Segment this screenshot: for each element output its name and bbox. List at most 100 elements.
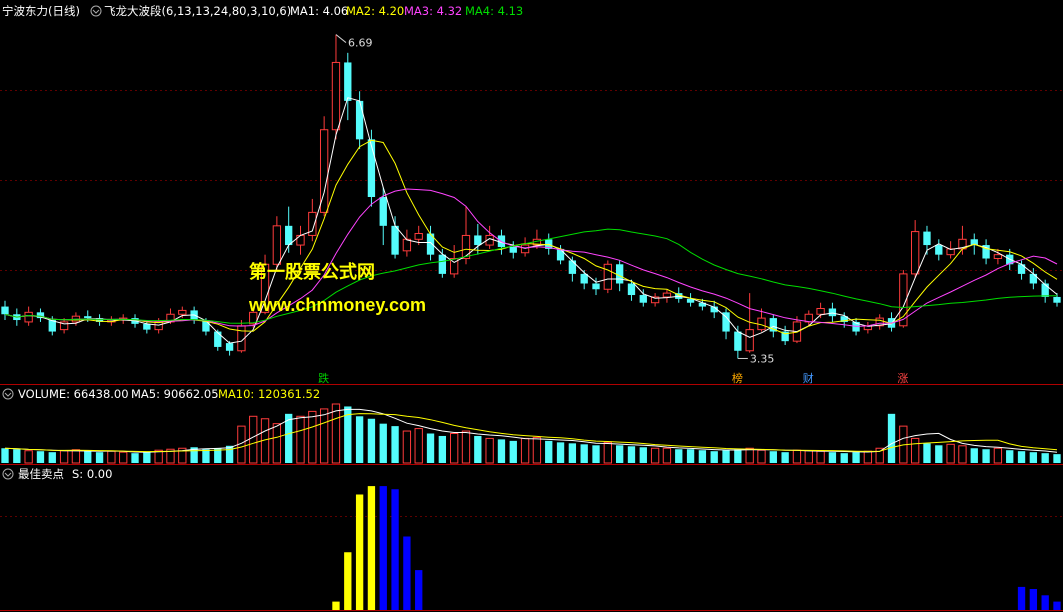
- volume-bar-up: [308, 410, 317, 464]
- signal-bar: [403, 536, 411, 610]
- candle-body-down: [1, 306, 9, 315]
- volume-bar-down: [84, 451, 92, 463]
- volume-series: [1, 403, 1061, 464]
- candle-body-down: [592, 283, 600, 290]
- volume-bar-down: [887, 413, 896, 463]
- volume-bar-down: [497, 439, 506, 463]
- volume-bar-down: [840, 453, 848, 463]
- main-pane-header: 宁波东力(日线) 飞龙大波段(6,13,13,24,80,3,10,6) MA1…: [2, 4, 523, 18]
- volume-bar-down: [1053, 454, 1061, 463]
- candle-body-up: [520, 244, 530, 254]
- candle-body-down: [556, 248, 565, 261]
- volume-bar-up: [107, 450, 116, 464]
- signal-bar: [1029, 589, 1038, 610]
- volume-bar-down: [734, 449, 742, 463]
- candle-body-down: [568, 260, 577, 274]
- volume-bar-up: [59, 450, 69, 464]
- volume-bar-down: [48, 452, 56, 463]
- ma4-label: MA4: 4.13: [465, 4, 523, 18]
- event-marker: 涨: [897, 372, 908, 385]
- volume-label: VOLUME: 66438.00: [18, 387, 129, 401]
- volume-bar-down: [722, 450, 730, 463]
- candle-body-up: [331, 61, 341, 131]
- signal-toggle-icon[interactable]: [2, 468, 14, 480]
- signal-value: S: 0.00: [72, 467, 112, 481]
- volume-toggle-icon[interactable]: [2, 388, 14, 400]
- low-label: 3.35: [750, 352, 775, 365]
- volume-bar-down: [982, 449, 990, 463]
- candle-body-down: [391, 225, 399, 255]
- candle-body-up: [178, 309, 187, 315]
- volume-bar-up: [662, 447, 672, 464]
- volume-bar-down: [1029, 452, 1038, 463]
- signal-pane-header: 最佳卖点 S: 0.00: [2, 467, 112, 481]
- candle-body-down: [509, 246, 517, 253]
- candle-body-up: [816, 307, 825, 315]
- volume-bar-down: [1006, 450, 1014, 463]
- collapse-toggle-icon[interactable]: [90, 5, 102, 17]
- candle-body-up: [662, 292, 672, 298]
- volume-bar-up: [414, 428, 423, 464]
- candle-body-down: [143, 323, 151, 330]
- low-annotation: 3.35: [737, 352, 775, 365]
- signal-bar: [1053, 601, 1061, 610]
- volume-bar-up: [272, 423, 282, 464]
- volume-bar-down: [615, 445, 624, 463]
- volume-bar-up: [319, 408, 329, 464]
- ma1-label: MA1: 4.06: [290, 4, 348, 18]
- volume-bar-down: [131, 453, 139, 463]
- candle-body-up: [414, 233, 423, 240]
- event-marker: 财: [803, 371, 814, 385]
- signal-bar: [415, 570, 423, 610]
- signal-bar: [344, 552, 352, 610]
- volume-bar-down: [556, 442, 565, 463]
- volume-ma10-label: MA10: 120361.52: [218, 387, 320, 401]
- volume-bar-down: [781, 452, 789, 463]
- stock-name: 宁波东力(日线): [2, 4, 80, 18]
- candlestick-series: [1, 34, 1061, 359]
- candle-body-up: [402, 238, 412, 252]
- signal-bar: [1041, 595, 1049, 610]
- volume-bar-down: [379, 423, 387, 463]
- volume-bar-down: [367, 418, 376, 463]
- volume-bar-up: [249, 415, 258, 464]
- watermark-url: www.chnmoney.com: [248, 295, 426, 315]
- volume-bar-down: [627, 446, 636, 463]
- candle-body-down: [1053, 296, 1061, 303]
- volume-bar-up: [24, 450, 33, 464]
- volume-bar-down: [36, 451, 45, 463]
- volume-bar-up: [71, 449, 81, 464]
- volume-bar-down: [1, 448, 9, 463]
- volume-bar-up: [450, 433, 459, 464]
- candle-body-up: [461, 234, 471, 260]
- volume-bar-up: [650, 447, 660, 464]
- candle-body-down: [828, 308, 837, 317]
- candle-body-up: [993, 254, 1003, 260]
- stock-chart[interactable]: 跌 榜 财 涨 6.69 3.35 宁波东力(日线) 飞龙大波段(6,13,13,24…: [0, 0, 1063, 612]
- candle-body-down: [627, 283, 636, 296]
- ma2-label: MA2: 4.20: [346, 4, 404, 18]
- signal-bar: [1017, 586, 1026, 610]
- candle-body-down: [1041, 283, 1049, 297]
- volume-bar-down: [580, 444, 588, 463]
- watermark-title: 第一股票公式网: [249, 261, 375, 282]
- candle-body-down: [344, 62, 352, 101]
- chevron-down-icon: [92, 9, 100, 14]
- volume-bar-down: [426, 433, 435, 463]
- chevron-down-icon: [4, 392, 12, 397]
- volume-bar-up: [804, 450, 813, 464]
- volume-bar-down: [639, 447, 647, 463]
- event-markers: 跌榜财涨: [318, 371, 908, 385]
- volume-bar-down: [828, 452, 837, 463]
- volume-bar-up: [119, 451, 128, 464]
- volume-bar-up: [757, 449, 766, 464]
- volume-bar-up: [461, 430, 471, 464]
- candle-body-down: [474, 235, 482, 246]
- volume-bar-up: [520, 437, 530, 464]
- volume-bar-down: [568, 443, 577, 463]
- signal-bar: [332, 601, 340, 610]
- ma3-label: MA3: 4.32: [404, 4, 462, 18]
- signal-bar: [391, 489, 399, 610]
- candle-body-down: [379, 197, 387, 226]
- candle-body-down: [214, 331, 222, 347]
